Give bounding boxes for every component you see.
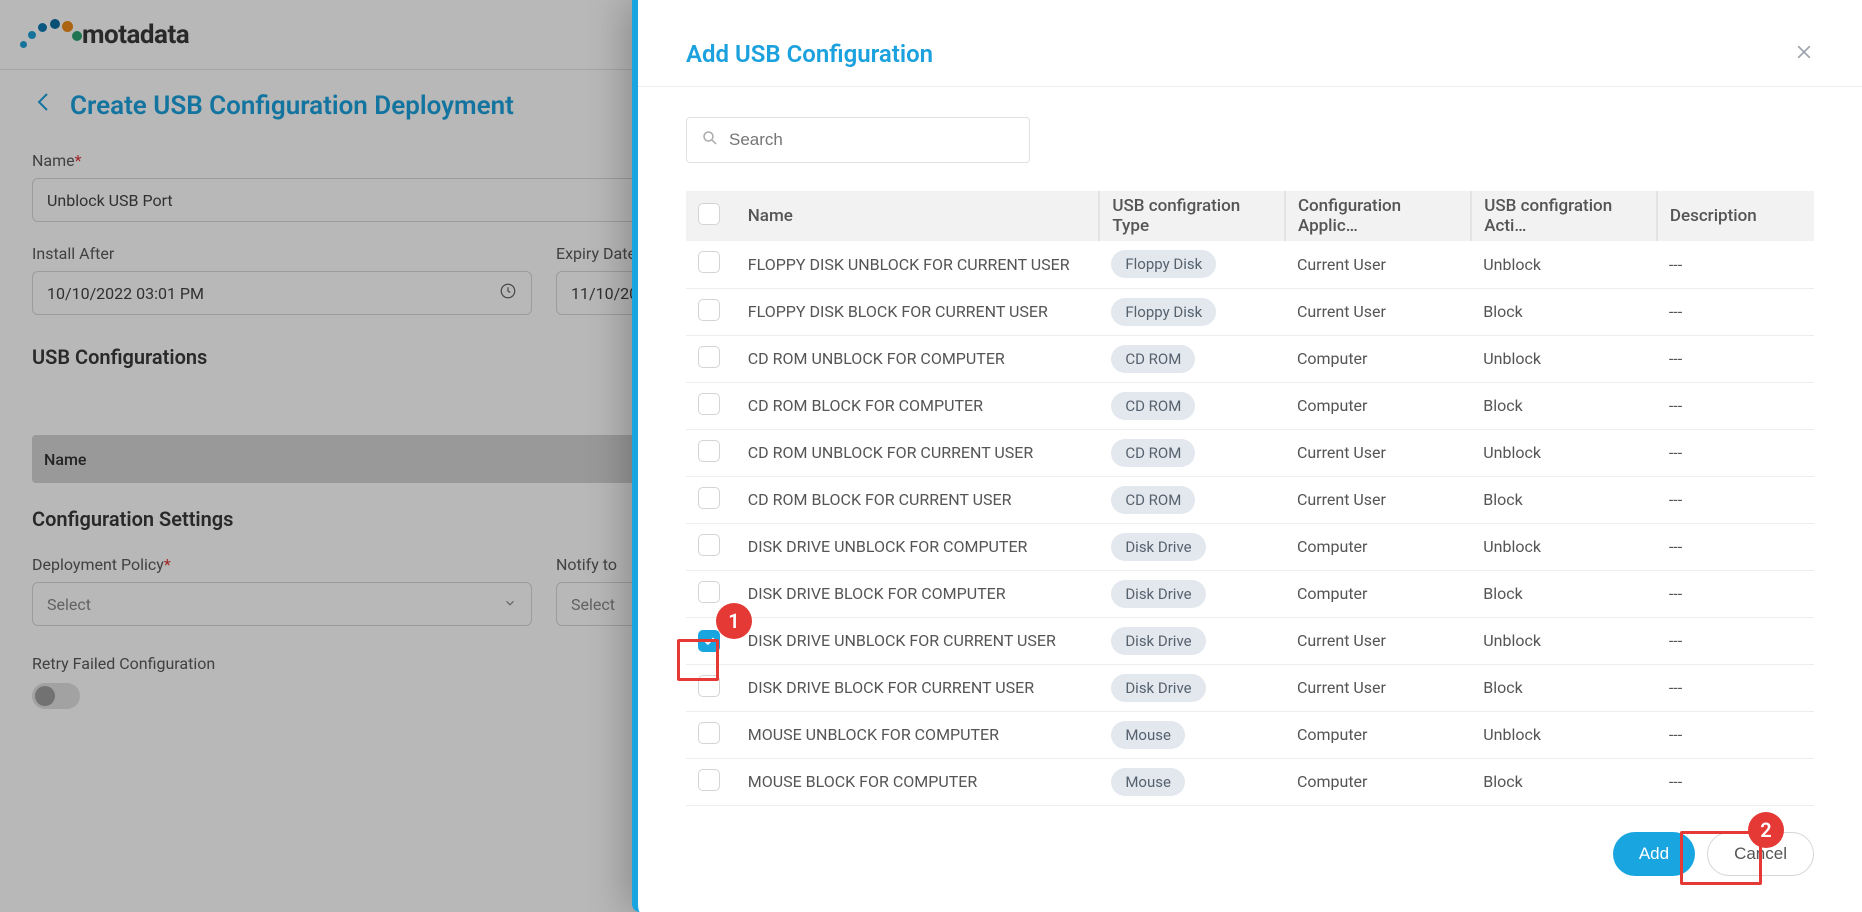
cell-applicability: Current User — [1285, 241, 1471, 288]
row-checkbox[interactable] — [698, 487, 720, 509]
row-checkbox[interactable] — [698, 440, 720, 462]
cell-applicability: Computer — [1285, 335, 1471, 382]
cell-name: CD ROM UNBLOCK FOR CURRENT USER — [736, 429, 1100, 476]
table-row: MOUSE BLOCK FOR COMPUTERMouseComputerBlo… — [686, 758, 1814, 805]
cell-action: Unblock — [1471, 523, 1657, 570]
row-checkbox[interactable] — [698, 534, 720, 556]
th-type: USB configration Type — [1099, 191, 1285, 241]
cell-name: FLOPPY DISK UNBLOCK FOR CURRENT USER — [736, 241, 1100, 288]
cell-type: Floppy Disk — [1099, 288, 1285, 335]
cell-action: Unblock — [1471, 617, 1657, 664]
cell-action: Unblock — [1471, 241, 1657, 288]
close-icon[interactable] — [1794, 42, 1814, 67]
table-row: CD ROM BLOCK FOR COMPUTERCD ROMComputerB… — [686, 382, 1814, 429]
table-row: FLOPPY DISK BLOCK FOR CURRENT USERFloppy… — [686, 288, 1814, 335]
select-all-checkbox[interactable] — [698, 203, 720, 225]
th-action: USB configration Acti… — [1471, 191, 1657, 241]
cell-applicability: Current User — [1285, 288, 1471, 335]
cell-name: CD ROM UNBLOCK FOR COMPUTER — [736, 335, 1100, 382]
row-checkbox[interactable] — [698, 346, 720, 368]
table-row: DISK DRIVE UNBLOCK FOR COMPUTERDisk Driv… — [686, 523, 1814, 570]
cell-applicability: Computer — [1285, 758, 1471, 805]
cell-name: MOUSE BLOCK FOR COMPUTER — [736, 758, 1100, 805]
cell-applicability: Current User — [1285, 617, 1471, 664]
row-checkbox[interactable] — [698, 722, 720, 744]
cell-type: Disk Drive — [1099, 570, 1285, 617]
cell-action: Block — [1471, 570, 1657, 617]
cell-applicability: Current User — [1285, 476, 1471, 523]
cell-name: DISK DRIVE UNBLOCK FOR CURRENT USER — [736, 617, 1100, 664]
th-name: Name — [736, 191, 1100, 241]
annotation-box-1 — [677, 639, 719, 681]
cell-name: DISK DRIVE UNBLOCK FOR COMPUTER — [736, 523, 1100, 570]
cell-type: Disk Drive — [1099, 664, 1285, 711]
cell-applicability: Current User — [1285, 664, 1471, 711]
search-icon — [701, 129, 719, 152]
table-row: CD ROM UNBLOCK FOR CURRENT USERCD ROMCur… — [686, 429, 1814, 476]
cell-action: Unblock — [1471, 711, 1657, 758]
cell-type: CD ROM — [1099, 476, 1285, 523]
modal-title: Add USB Configuration — [686, 40, 933, 68]
cell-description: --- — [1657, 617, 1814, 664]
cell-applicability: Computer — [1285, 382, 1471, 429]
cell-description: --- — [1657, 288, 1814, 335]
cell-description: --- — [1657, 241, 1814, 288]
table-row: FLOPPY DISK UNBLOCK FOR CURRENT USERFlop… — [686, 241, 1814, 288]
cell-description: --- — [1657, 664, 1814, 711]
cell-name: DISK DRIVE BLOCK FOR COMPUTER — [736, 570, 1100, 617]
cell-type: Mouse — [1099, 711, 1285, 758]
table-row: DISK DRIVE BLOCK FOR CURRENT USERDisk Dr… — [686, 664, 1814, 711]
cell-action: Block — [1471, 476, 1657, 523]
cell-applicability: Current User — [1285, 429, 1471, 476]
cell-description: --- — [1657, 382, 1814, 429]
cell-type: Floppy Disk — [1099, 241, 1285, 288]
cell-description: --- — [1657, 476, 1814, 523]
cell-description: --- — [1657, 570, 1814, 617]
cell-applicability: Computer — [1285, 570, 1471, 617]
row-checkbox[interactable] — [698, 251, 720, 273]
cell-description: --- — [1657, 711, 1814, 758]
cell-action: Block — [1471, 288, 1657, 335]
cell-description: --- — [1657, 335, 1814, 382]
table-row: MOUSE UNBLOCK FOR COMPUTERMouseComputerU… — [686, 711, 1814, 758]
cell-type: CD ROM — [1099, 382, 1285, 429]
cell-description: --- — [1657, 429, 1814, 476]
cell-name: FLOPPY DISK BLOCK FOR CURRENT USER — [736, 288, 1100, 335]
cell-action: Unblock — [1471, 429, 1657, 476]
cell-action: Block — [1471, 664, 1657, 711]
cell-applicability: Computer — [1285, 523, 1471, 570]
cell-description: --- — [1657, 758, 1814, 805]
cell-type: CD ROM — [1099, 335, 1285, 382]
add-usb-config-modal: Add USB Configuration Name USB configrat… — [632, 0, 1862, 912]
cell-type: CD ROM — [1099, 429, 1285, 476]
cell-description: --- — [1657, 523, 1814, 570]
cell-name: CD ROM BLOCK FOR COMPUTER — [736, 382, 1100, 429]
cell-action: Block — [1471, 382, 1657, 429]
cell-action: Unblock — [1471, 335, 1657, 382]
row-checkbox[interactable] — [698, 581, 720, 603]
table-row: DISK DRIVE UNBLOCK FOR CURRENT USERDisk … — [686, 617, 1814, 664]
cell-name: DISK DRIVE BLOCK FOR CURRENT USER — [736, 664, 1100, 711]
search-input[interactable] — [729, 130, 1015, 150]
table-row: CD ROM UNBLOCK FOR COMPUTERCD ROMCompute… — [686, 335, 1814, 382]
search-input-wrap[interactable] — [686, 117, 1030, 163]
cell-type: Disk Drive — [1099, 617, 1285, 664]
cell-name: MOUSE UNBLOCK FOR COMPUTER — [736, 711, 1100, 758]
th-description: Description — [1657, 191, 1814, 241]
cell-name: CD ROM BLOCK FOR CURRENT USER — [736, 476, 1100, 523]
row-checkbox[interactable] — [698, 393, 720, 415]
annotation-marker-1: 1 — [716, 603, 752, 639]
cell-type: Disk Drive — [1099, 523, 1285, 570]
row-checkbox[interactable] — [698, 769, 720, 791]
table-row: CD ROM BLOCK FOR CURRENT USERCD ROMCurre… — [686, 476, 1814, 523]
annotation-marker-2: 2 — [1748, 812, 1784, 848]
th-applicability: Configuration Applic… — [1285, 191, 1471, 241]
cell-applicability: Computer — [1285, 711, 1471, 758]
table-row: DISK DRIVE BLOCK FOR COMPUTERDisk DriveC… — [686, 570, 1814, 617]
cell-type: Mouse — [1099, 758, 1285, 805]
row-checkbox[interactable] — [698, 299, 720, 321]
usb-config-table: Name USB configration Type Configuration… — [686, 191, 1814, 806]
cell-action: Block — [1471, 758, 1657, 805]
